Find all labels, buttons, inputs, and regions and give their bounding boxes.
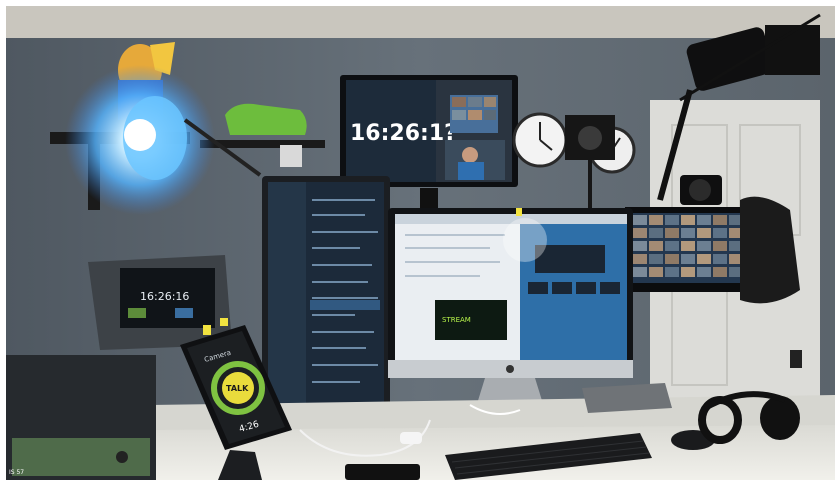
scene-button [552,282,572,294]
person-head [462,147,478,163]
photo-illustration: 16:26:1? STREAM 16:26:16 IS 57 Camera TA… [0,0,835,480]
airpods-case [400,432,422,444]
browser-toolbar [395,214,627,224]
person-shirt [458,162,484,180]
video-tile [468,97,482,107]
talk-badge-text: TALK [226,384,249,393]
studio-desk-photo: 16:26:1? STREAM 16:26:16 IS 57 Camera TA… [0,0,835,480]
stream-preview [535,245,605,273]
screen-glare [503,218,547,262]
email-sidebar [268,182,306,414]
action-camera [280,145,302,167]
video-tile [452,110,466,120]
camera-lens [689,179,711,201]
audio-knob [116,451,128,463]
recorder-button [128,308,146,318]
scene-button [576,282,596,294]
video-thumbnail-text: STREAM [442,316,471,324]
audio-interface [12,438,150,476]
monitor-mount [420,188,438,208]
top-monitor-clock-text: 16:26:1? [350,121,457,146]
spotlight-lens [578,126,602,150]
photo-border-left [0,0,6,480]
audio-converter [582,383,672,413]
photo-border-top [0,0,835,6]
video-tile [484,110,496,120]
video-tile [452,97,466,107]
headphones-right-cup [760,396,800,440]
apple-logo [506,365,514,373]
lamp-bulb [124,119,156,151]
video-tile [468,110,482,120]
sticky-note [220,318,228,326]
recorder-time-text: 16:26:16 [140,290,189,303]
scene-button [600,282,620,294]
sticky-note [203,325,211,335]
light-switch [790,350,802,368]
phone [345,464,420,480]
scene-button [528,282,548,294]
selected-email [310,300,380,310]
sticky-note [516,208,522,216]
recorder-button [175,308,193,318]
video-tile [484,97,496,107]
photo-corner-label: IS 57 [9,469,24,476]
